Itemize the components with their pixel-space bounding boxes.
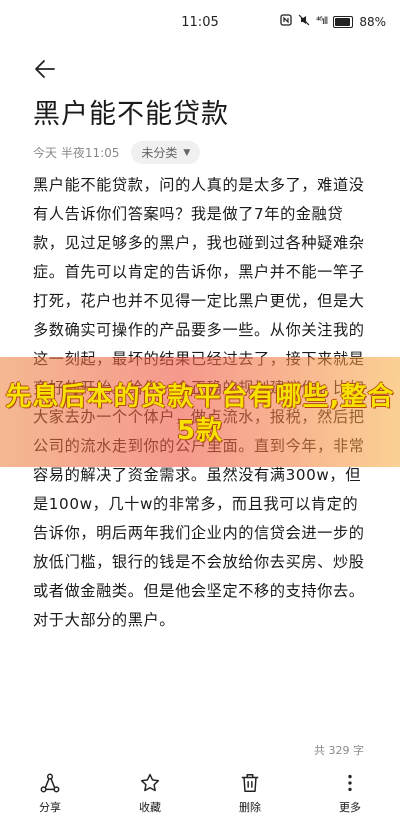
status-icons: ⁴⁶ıll 88%	[280, 14, 386, 29]
star-icon	[140, 773, 160, 792]
promo-headline: 先息后本的贷款平台有哪些,整合5款	[5, 382, 395, 446]
more-icon	[348, 774, 352, 792]
favorite-label: 收藏	[139, 801, 161, 814]
back-arrow-icon	[35, 60, 55, 78]
chevron-down-icon: ▼	[183, 147, 191, 158]
more-label: 更多	[339, 801, 361, 814]
mute-icon	[298, 14, 310, 29]
note-title[interactable]: 黑户能不能贷款	[33, 92, 229, 131]
bottom-toolbar: 分享 收藏 删除 更多	[0, 772, 400, 825]
note-meta: 今天 半夜11:05 未分类 ▼	[33, 141, 201, 164]
delete-label: 删除	[239, 801, 261, 814]
delete-button[interactable]: 删除	[215, 772, 285, 815]
status-bar: 11:05 ⁴⁶ıll 88%	[0, 0, 400, 44]
share-button[interactable]: 分享	[15, 772, 85, 815]
back-button[interactable]	[30, 54, 60, 84]
battery-percent: 88%	[359, 14, 386, 29]
word-count: 共 329 字	[314, 744, 364, 757]
nfc-icon	[280, 14, 292, 29]
share-label: 分享	[39, 801, 61, 814]
note-date: 今天 半夜11:05	[33, 146, 120, 160]
trash-icon	[241, 774, 259, 792]
category-label: 未分类	[141, 146, 178, 160]
signal-icon: ⁴⁶ıll	[315, 16, 328, 27]
battery-icon	[333, 15, 354, 28]
favorite-button[interactable]: 收藏	[115, 772, 185, 815]
category-dropdown[interactable]: 未分类 ▼	[131, 141, 201, 164]
more-button[interactable]: 更多	[315, 772, 385, 815]
share-icon	[40, 773, 60, 793]
